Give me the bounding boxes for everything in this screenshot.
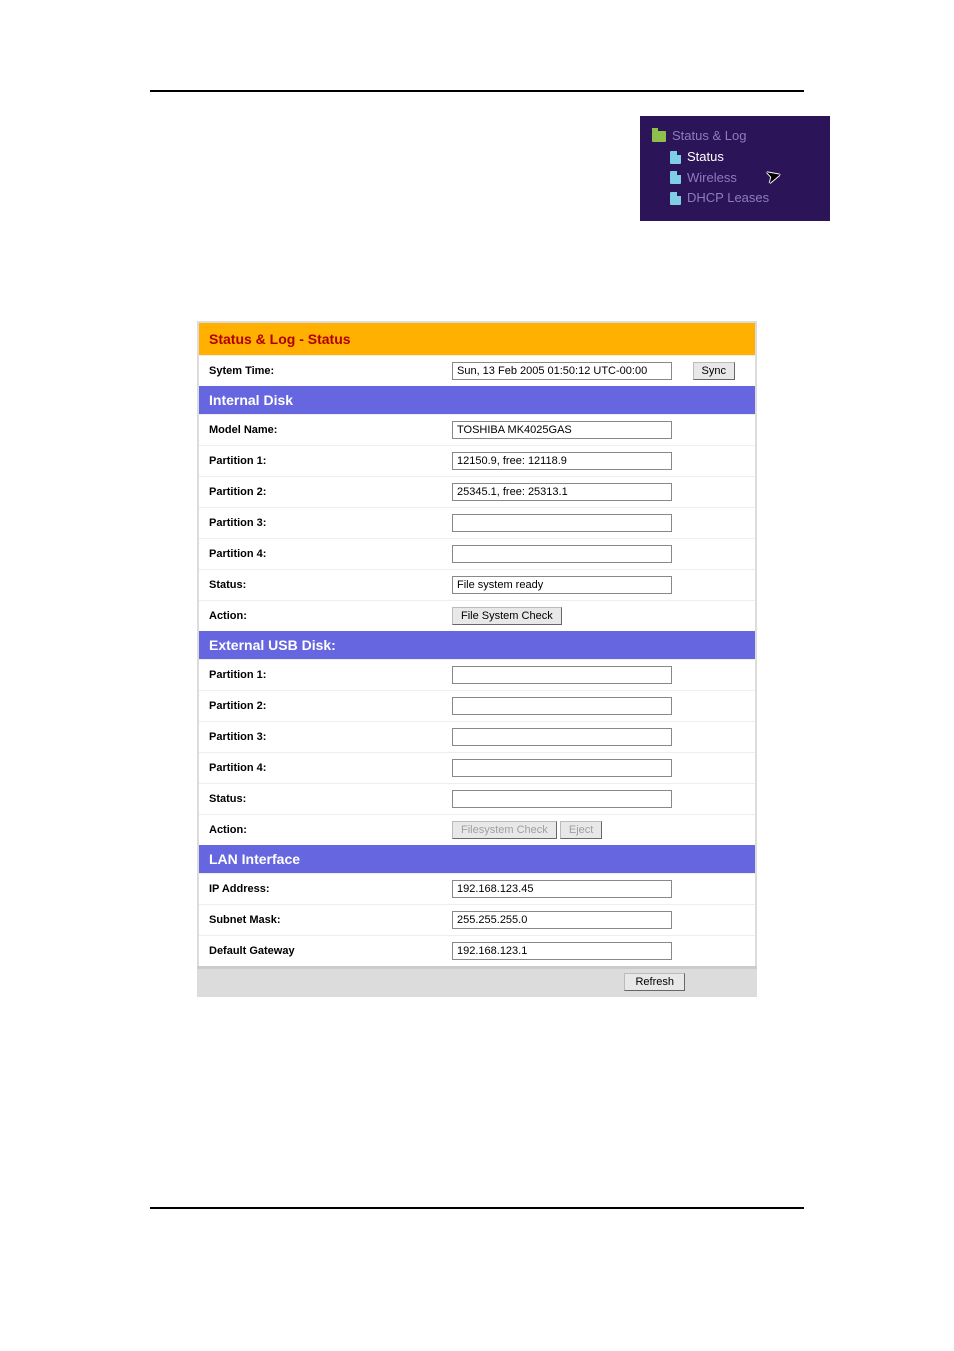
internal-p2-value (452, 483, 672, 501)
internal-status-label: Status: (198, 570, 448, 601)
status-table: Status & Log - Status Sytem Time: Sync I… (197, 321, 757, 997)
model-name-value (452, 421, 672, 439)
nav-item-status[interactable]: Status (670, 147, 822, 168)
external-p1-label: Partition 1: (198, 660, 448, 691)
page-icon (670, 171, 681, 184)
external-p2-label: Partition 2: (198, 691, 448, 722)
internal-status-value (452, 576, 672, 594)
external-action-label: Action: (198, 815, 448, 846)
nav-item-dhcp-leases[interactable]: DHCP Leases (670, 188, 822, 209)
ip-address-value (452, 880, 672, 898)
internal-p4-value (452, 545, 672, 563)
internal-p1-label: Partition 1: (198, 446, 448, 477)
internal-p4-label: Partition 4: (198, 539, 448, 570)
external-status-value (452, 790, 672, 808)
nav-item-label: Wireless (687, 168, 737, 189)
external-status-label: Status: (198, 784, 448, 815)
system-time-value (452, 362, 672, 380)
internal-p3-label: Partition 3: (198, 508, 448, 539)
bottom-divider (150, 1207, 804, 1209)
ip-address-label: IP Address: (198, 874, 448, 905)
sync-button[interactable]: Sync (693, 362, 735, 380)
nav-root-status-log[interactable]: Status & Log (652, 126, 822, 147)
nav-panel: Status & Log Status Wireless DHCP Leases… (640, 116, 830, 221)
nav-root-label: Status & Log (672, 126, 746, 147)
page-icon (670, 192, 681, 205)
external-p4-value (452, 759, 672, 777)
refresh-button[interactable]: Refresh (624, 973, 685, 991)
internal-disk-header: Internal Disk (198, 386, 756, 415)
eject-button: Eject (560, 821, 602, 839)
panel-title: Status & Log - Status (198, 322, 756, 356)
external-p3-label: Partition 3: (198, 722, 448, 753)
lan-interface-header: LAN Interface (198, 845, 756, 874)
file-system-check-button[interactable]: File System Check (452, 607, 562, 625)
external-filesystem-check-button: Filesystem Check (452, 821, 557, 839)
external-p3-value (452, 728, 672, 746)
default-gateway-value (452, 942, 672, 960)
internal-p3-value (452, 514, 672, 532)
internal-action-label: Action: (198, 601, 448, 632)
default-gateway-label: Default Gateway (198, 936, 448, 968)
internal-p2-label: Partition 2: (198, 477, 448, 508)
external-p4-label: Partition 4: (198, 753, 448, 784)
internal-p1-value (452, 452, 672, 470)
nav-item-label: Status (687, 147, 724, 168)
subnet-mask-label: Subnet Mask: (198, 905, 448, 936)
external-p2-value (452, 697, 672, 715)
top-divider (150, 90, 804, 92)
external-disk-header: External USB Disk: (198, 631, 756, 660)
page-icon (670, 151, 681, 164)
external-p1-value (452, 666, 672, 684)
refresh-row: Refresh (198, 968, 756, 997)
subnet-mask-value (452, 911, 672, 929)
nav-item-wireless[interactable]: Wireless (670, 168, 822, 189)
nav-item-label: DHCP Leases (687, 188, 769, 209)
model-name-label: Model Name: (198, 415, 448, 446)
folder-icon (652, 131, 666, 142)
system-time-label: Sytem Time: (198, 356, 448, 387)
